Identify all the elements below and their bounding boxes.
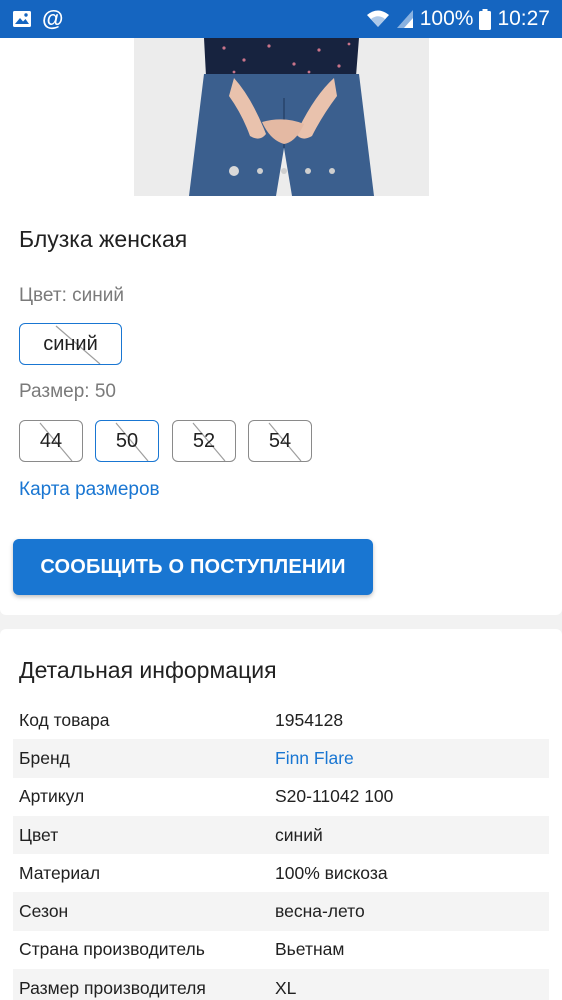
size-chip-52[interactable]: 52 bbox=[172, 420, 236, 462]
status-bar: @ 100% 10:27 bbox=[0, 0, 562, 38]
pager-dot[interactable] bbox=[256, 168, 263, 174]
size-chip-label: 52 bbox=[192, 429, 216, 452]
table-row: Сезон весна-лето bbox=[13, 892, 549, 931]
color-label: Цвет: синий bbox=[19, 285, 124, 306]
table-row: Размер производителя XL bbox=[13, 969, 549, 1000]
row-value: 100% вискоза bbox=[275, 862, 388, 883]
row-key: Размер производителя bbox=[19, 977, 206, 998]
size-chart-link[interactable]: Карта размеров bbox=[19, 479, 160, 501]
gallery-icon bbox=[12, 9, 32, 29]
product-title: Блузка женская bbox=[19, 226, 188, 252]
size-label: Размер: 50 bbox=[19, 381, 116, 402]
product-image[interactable] bbox=[134, 38, 429, 196]
row-value: S20-11042 100 bbox=[275, 786, 394, 807]
image-pager-dots bbox=[134, 166, 429, 176]
size-chip-label: 44 bbox=[39, 429, 63, 452]
details-title: Детальная информация bbox=[19, 657, 277, 683]
row-key: Бренд bbox=[19, 747, 70, 768]
wifi-icon bbox=[366, 9, 390, 29]
row-key: Артикул bbox=[19, 786, 85, 807]
details-table: Код товара 1954128 Бренд Finn Flare Арти… bbox=[13, 701, 549, 1000]
product-card: Блузка женская Цвет: синий синий Размер:… bbox=[0, 38, 562, 615]
table-row: Артикул S20-11042 100 bbox=[13, 778, 549, 816]
pager-dot[interactable] bbox=[228, 166, 239, 176]
pager-dot[interactable] bbox=[280, 168, 287, 174]
clock: 10:27 bbox=[497, 7, 550, 30]
row-key: Цвет bbox=[19, 824, 59, 845]
signal-icon bbox=[396, 9, 414, 29]
details-card: Детальная информация Код товара 1954128 … bbox=[0, 629, 562, 1000]
size-chip-54[interactable]: 54 bbox=[248, 420, 312, 462]
table-row: Код товара 1954128 bbox=[13, 701, 549, 739]
row-key: Сезон bbox=[19, 901, 69, 922]
table-row: Страна производитель Вьетнам bbox=[13, 931, 549, 969]
battery-icon bbox=[479, 8, 492, 30]
at-sign-icon: @ bbox=[42, 6, 64, 31]
size-chip-50[interactable]: 50 bbox=[95, 420, 159, 462]
brand-link[interactable]: Finn Flare bbox=[275, 748, 549, 769]
size-chip-44[interactable]: 44 bbox=[19, 420, 83, 462]
row-value: весна-лето bbox=[275, 901, 365, 922]
pager-dot[interactable] bbox=[328, 168, 335, 174]
row-key: Код товара bbox=[19, 709, 110, 730]
notify-arrival-button[interactable]: СООБЩИТЬ О ПОСТУПЛЕНИИ bbox=[13, 539, 373, 595]
size-chip-label: 54 bbox=[268, 429, 292, 452]
row-value: Вьетнам bbox=[275, 939, 345, 960]
row-value: 1954128 bbox=[275, 709, 344, 730]
row-value: синий bbox=[275, 824, 323, 845]
color-option-label: синий bbox=[43, 332, 98, 355]
table-row: Материал 100% вискоза bbox=[13, 854, 549, 892]
row-key: Материал bbox=[19, 862, 101, 883]
size-chip-label: 50 bbox=[115, 429, 139, 452]
battery-percent: 100% bbox=[419, 7, 474, 30]
color-option-chip[interactable]: синий bbox=[19, 323, 122, 365]
pager-dot[interactable] bbox=[304, 168, 311, 174]
row-value: XL bbox=[275, 977, 297, 998]
row-key: Страна производитель bbox=[19, 939, 205, 960]
table-row: Бренд Finn Flare bbox=[13, 739, 549, 778]
table-row: Цвет синий bbox=[13, 815, 549, 855]
